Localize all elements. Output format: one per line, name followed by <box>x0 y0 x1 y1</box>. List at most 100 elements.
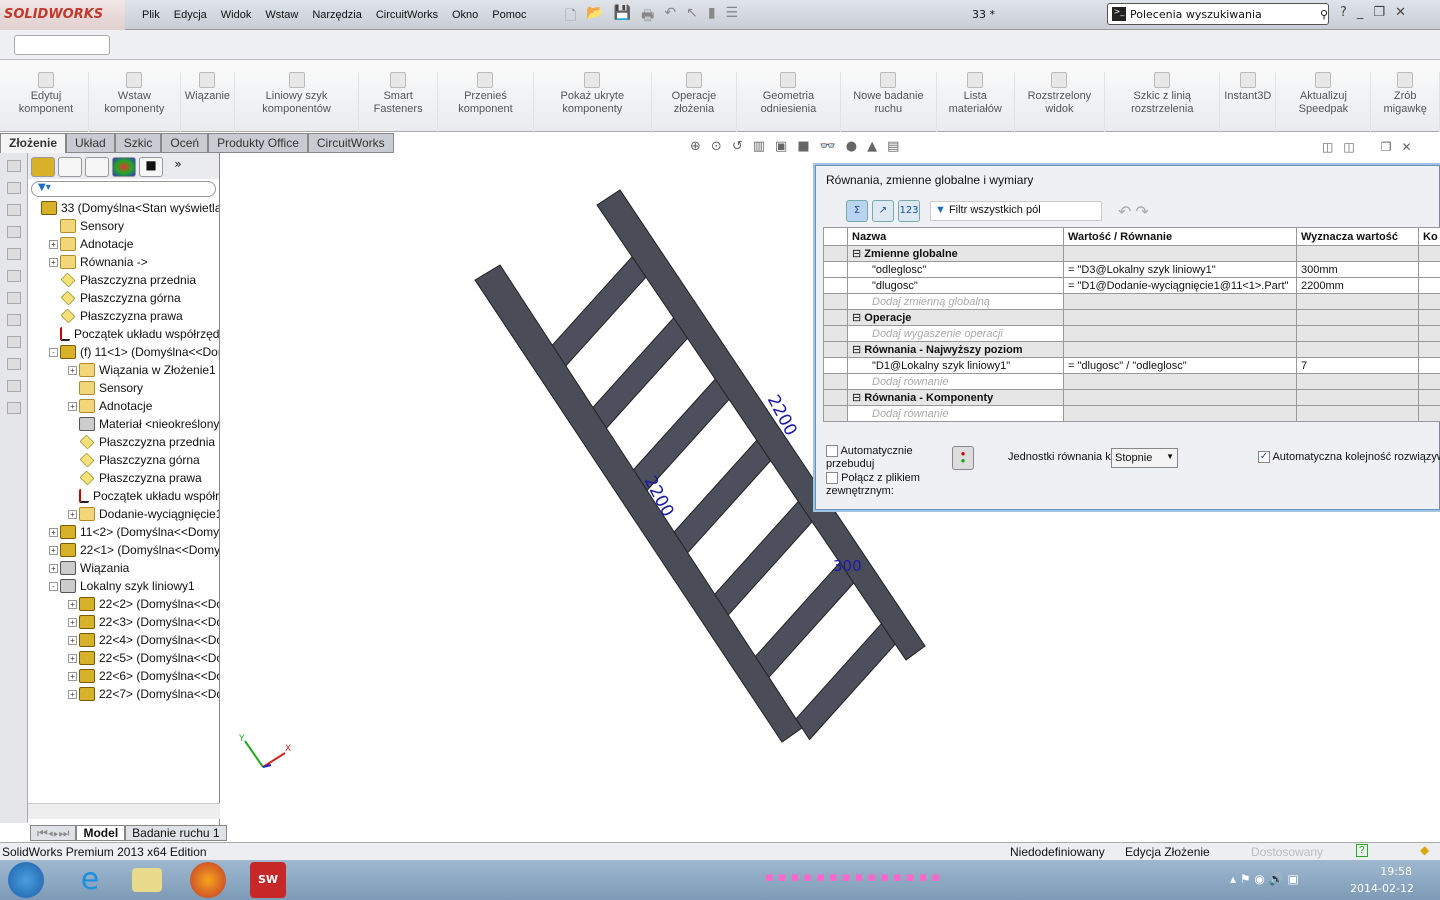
tag-icon[interactable]: ◆ <box>1420 843 1429 857</box>
filter-all-fields-input[interactable]: ▼ Filtr wszystkich pól <box>930 201 1102 221</box>
zoom-area-icon[interactable]: ⊙ <box>711 139 722 154</box>
restore-doc-icon[interactable]: ❐ <box>1381 140 1392 154</box>
cell-comment[interactable] <box>1418 373 1440 390</box>
cell-name[interactable]: Dodaj wygaszenie operacji <box>847 325 1064 342</box>
ladder-rail-left[interactable] <box>474 264 803 743</box>
cell-name[interactable]: Dodaj zmienną globalną <box>847 293 1064 310</box>
auto-order-option[interactable]: ✓ Automatyczna kolejność rozwiązyw <box>1258 451 1440 463</box>
tree-item[interactable]: Początek układu współrz <box>28 487 219 505</box>
table-row[interactable]: "dlugosc" = "D1@Dodanie-wyciągnięcie1@11<… <box>823 277 1440 294</box>
tree-item[interactable]: +22<6> (Domyślna<<Dor <box>28 667 219 685</box>
print-icon[interactable]: 🖶 <box>641 5 654 29</box>
cell-name[interactable]: "D1@Lokalny szyk liniowy1" <box>847 357 1064 374</box>
display-manager-tab-icon[interactable] <box>112 157 136 177</box>
cell-comment[interactable] <box>1418 309 1440 326</box>
toolbar-icon[interactable] <box>7 160 21 172</box>
tray-icons[interactable]: ▴ ⚑ ◉ 🔊 ▣ <box>1230 872 1299 886</box>
menu-item[interactable]: Plik <box>135 9 167 21</box>
display-style-icon[interactable]: ■ <box>797 139 809 154</box>
tree-item[interactable]: +22<1> (Domyślna<<Domyś <box>28 541 219 559</box>
tab-motion-study[interactable]: Badanie ruchu 1 <box>125 825 227 841</box>
ribbon-button[interactable]: Smart Fasteners <box>359 72 439 132</box>
cell-name[interactable]: ⊟ Zmienne globalne <box>847 245 1064 262</box>
cell-equation[interactable] <box>1063 293 1297 310</box>
cell-comment[interactable] <box>1418 293 1440 310</box>
menu-item[interactable]: Edycja <box>167 9 214 21</box>
ribbon-button[interactable]: Szkic z linią rozstrzelenia <box>1105 72 1221 132</box>
undo-icon[interactable]: ↶ <box>664 5 676 29</box>
table-row[interactable]: Dodaj równanie <box>823 373 1440 390</box>
toolbar-icon[interactable] <box>7 358 21 370</box>
minimize-icon[interactable]: _ <box>1357 5 1364 20</box>
solidworks-logo[interactable]: SOLIDWORKS <box>0 0 125 30</box>
cell-comment[interactable] <box>1418 405 1440 422</box>
tree-item[interactable]: + Równania -> <box>28 253 219 271</box>
ladder-rung[interactable] <box>795 622 896 741</box>
ribbon-button[interactable]: Przenieś komponent <box>438 72 534 132</box>
sketch-equation-view-icon[interactable]: ↗ <box>872 200 894 222</box>
tree-item[interactable]: Sensory <box>28 217 219 235</box>
column-header-comment[interactable]: Ko <box>1418 227 1440 246</box>
cell-equation[interactable] <box>1063 373 1297 390</box>
help-icon[interactable]: ? <box>1340 5 1347 20</box>
ladder-rung[interactable] <box>632 377 731 492</box>
toolbar-icon[interactable] <box>7 182 21 194</box>
table-row[interactable]: "odleglosc" = "D3@Lokalny szyk liniowy1" 3… <box>823 261 1440 278</box>
ladder-rung[interactable] <box>673 438 772 555</box>
cell-name[interactable]: Dodaj równanie <box>847 373 1064 390</box>
ladder-rung[interactable] <box>713 499 814 617</box>
row-header[interactable] <box>823 293 848 310</box>
toolbar-icon[interactable] <box>7 248 21 260</box>
tab-0[interactable]: Złożenie <box>0 133 67 153</box>
tab-nav-arrows[interactable]: ⏮◂▸⏭ <box>30 825 77 841</box>
tree-item[interactable]: - Lokalny szyk liniowy1 <box>28 577 219 595</box>
tree-horizontal-scrollbar[interactable] <box>28 803 220 819</box>
clock-date[interactable]: 2014-02-12 <box>1350 882 1414 895</box>
expand-toggle-icon[interactable]: + <box>68 653 77 663</box>
ie-taskbar-icon[interactable]: e <box>72 862 108 898</box>
row-header[interactable] <box>823 277 848 294</box>
collapse-icon[interactable]: ⊟ <box>852 248 864 260</box>
cell-equation[interactable] <box>1063 341 1297 358</box>
cell-equation[interactable]: = "dlugosc" / "odleglosc" <box>1063 357 1297 374</box>
tab-model[interactable]: Model <box>76 825 126 841</box>
expand-toggle-icon[interactable]: - <box>49 347 58 357</box>
circuitworks-tab-icon[interactable]: ■ <box>139 157 163 177</box>
cell-name[interactable]: "odleglosc" <box>847 261 1064 278</box>
ribbon-button[interactable]: Nowe badanie ruchu <box>841 72 937 132</box>
menu-item[interactable]: Pomoc <box>485 9 533 21</box>
ladder-rung[interactable] <box>754 561 855 679</box>
ribbon-button[interactable]: Wstaw komponenty <box>89 72 181 132</box>
dimension-label[interactable]: 300 <box>833 557 862 575</box>
minimize-doc-icon[interactable]: _ <box>1365 140 1371 154</box>
tree-item[interactable]: Płaszczyzna górna <box>28 289 219 307</box>
row-header[interactable] <box>823 373 848 390</box>
command-search[interactable]: >_ Polecenia wyszukiwania ⚲ <box>1107 3 1329 25</box>
expand-toggle-icon[interactable]: + <box>49 563 58 573</box>
clock-time[interactable]: 19:58 <box>1380 865 1412 878</box>
help-icon[interactable]: ? <box>1356 844 1368 857</box>
units-select[interactable]: Stopnie ▼ <box>1111 448 1178 468</box>
ladder-rung[interactable] <box>550 254 649 368</box>
units-status[interactable]: Dostosowany <box>1251 845 1323 859</box>
expand-toggle-icon[interactable]: + <box>68 689 77 699</box>
ribbon-button[interactable]: Edytuj komponent <box>4 72 89 132</box>
collapse-icon[interactable]: ⊟ <box>852 344 864 356</box>
tab-5[interactable]: CircuitWorks <box>307 133 394 153</box>
expand-toggle-icon[interactable]: - <box>49 581 58 591</box>
scene-icon[interactable]: ▲ <box>867 139 877 154</box>
cell-name[interactable]: ⊟ Operacje <box>847 309 1064 326</box>
collapse-icon[interactable]: ⊟ <box>852 392 864 404</box>
cell-name[interactable]: ⊟ Równania - Najwyższy poziom <box>847 341 1064 358</box>
search-input[interactable]: Polecenia wyszukiwania <box>1130 8 1316 21</box>
equation-view-icon[interactable]: Σ <box>846 200 868 222</box>
auto-rebuild-checkbox[interactable] <box>826 445 838 457</box>
expand-toggle-icon[interactable]: + <box>68 401 77 411</box>
tree-item[interactable]: Początek układu współrzędn <box>28 325 219 343</box>
cell-equation[interactable] <box>1063 309 1297 326</box>
expand-toggle-icon[interactable]: + <box>49 545 58 555</box>
tree-item[interactable]: Płaszczyzna prawa <box>28 307 219 325</box>
table-row[interactable]: Dodaj zmienną globalną <box>823 293 1440 310</box>
expand-toggle-icon[interactable]: + <box>49 257 58 267</box>
quick-launch-icons[interactable]: ▪▪▪▪▪▪▪▪▪▪▪▪▪▪ <box>765 870 944 885</box>
